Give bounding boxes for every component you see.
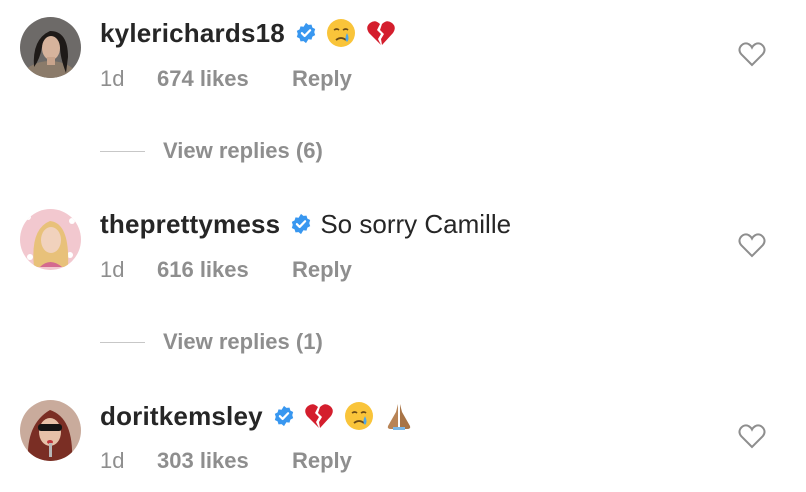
view-replies-button[interactable]: View replies (1) [100, 327, 323, 357]
comment-meta: 1d 303 likes Reply [100, 446, 352, 476]
username[interactable]: doritkemsley [100, 401, 263, 432]
avatar[interactable] [20, 17, 81, 78]
broken-heart-icon [303, 400, 335, 432]
reply-button[interactable]: Reply [292, 448, 352, 474]
avatar[interactable] [20, 400, 81, 461]
view-replies-label[interactable]: View replies (6) [163, 138, 323, 164]
timestamp: 1d [100, 66, 125, 91]
divider [100, 341, 145, 343]
comment-meta: 1d 616 likes Reply [100, 255, 352, 285]
likes-count[interactable]: 674 likes [157, 66, 292, 92]
comment-header: doritkemsley [100, 396, 415, 436]
crying-face-icon [343, 400, 375, 432]
username[interactable]: theprettymess [100, 209, 280, 240]
folded-hands-icon [383, 400, 415, 432]
likes-count[interactable]: 616 likes [157, 257, 292, 283]
comment-meta: 1d 674 likes Reply [100, 64, 352, 94]
verified-badge-icon [295, 22, 317, 44]
view-replies-button[interactable]: View replies (6) [100, 136, 323, 166]
comment-header: kylerichards18 [100, 13, 397, 53]
reply-button[interactable]: Reply [292, 66, 352, 92]
comment-header: theprettymess So sorry Camille [100, 204, 511, 244]
comment-item: theprettymess So sorry Camille 1d 616 li… [0, 190, 806, 290]
comment-item: kylerichards18 1d 674 likes Reply [0, 0, 806, 100]
crying-face-icon [325, 17, 357, 49]
comment-item: doritkemsley 1d 303 likes Reply [0, 381, 806, 481]
verified-badge-icon [290, 213, 312, 235]
comment-text: So sorry Camille [320, 208, 512, 239]
timestamp: 1d [100, 448, 125, 473]
reply-button[interactable]: Reply [292, 257, 352, 283]
view-replies-label[interactable]: View replies (1) [163, 329, 323, 355]
heart-outline-icon[interactable] [738, 41, 766, 67]
heart-outline-icon[interactable] [738, 423, 766, 449]
timestamp: 1d [100, 257, 125, 282]
verified-badge-icon [273, 405, 295, 427]
username[interactable]: kylerichards18 [100, 18, 285, 49]
heart-outline-icon[interactable] [738, 232, 766, 258]
avatar[interactable] [20, 209, 81, 270]
likes-count[interactable]: 303 likes [157, 448, 292, 474]
divider [100, 150, 145, 152]
broken-heart-icon [365, 17, 397, 49]
